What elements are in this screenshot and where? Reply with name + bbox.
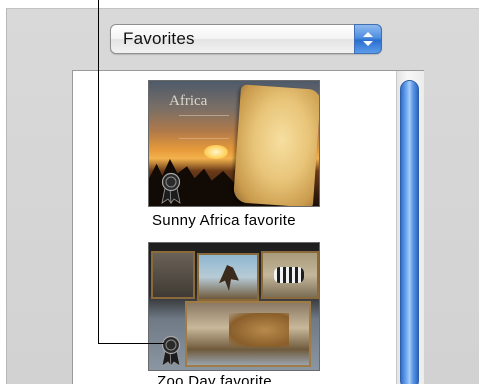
thumbnail-title: Africa: [169, 93, 208, 109]
zebra-graphic: [274, 267, 304, 283]
scrollbar-thumb[interactable]: [400, 80, 419, 384]
list-item-caption: Zoo Day favorite: [157, 373, 272, 384]
popup-arrows-icon[interactable]: [354, 24, 382, 54]
ribbon-award-icon: [161, 172, 181, 204]
ribbon-award-icon: [161, 335, 181, 367]
thumbnail-subtitle-lines: [179, 115, 229, 139]
photo-tile: [151, 251, 195, 299]
screenshot-stage: Favorites Africa Sunny Africa favorite Z…: [0, 0, 479, 384]
lion-graphic: [229, 313, 289, 347]
sunset-graphic: [204, 145, 228, 159]
callout-line-horizontal: [98, 343, 164, 344]
list-item-caption: Sunny Africa favorite: [152, 212, 296, 229]
parchment-graphic: [232, 84, 319, 206]
album-popup-menu[interactable]: Favorites: [110, 24, 382, 54]
popup-selected-label: Favorites: [123, 29, 195, 48]
callout-line-vertical: [98, 0, 99, 343]
